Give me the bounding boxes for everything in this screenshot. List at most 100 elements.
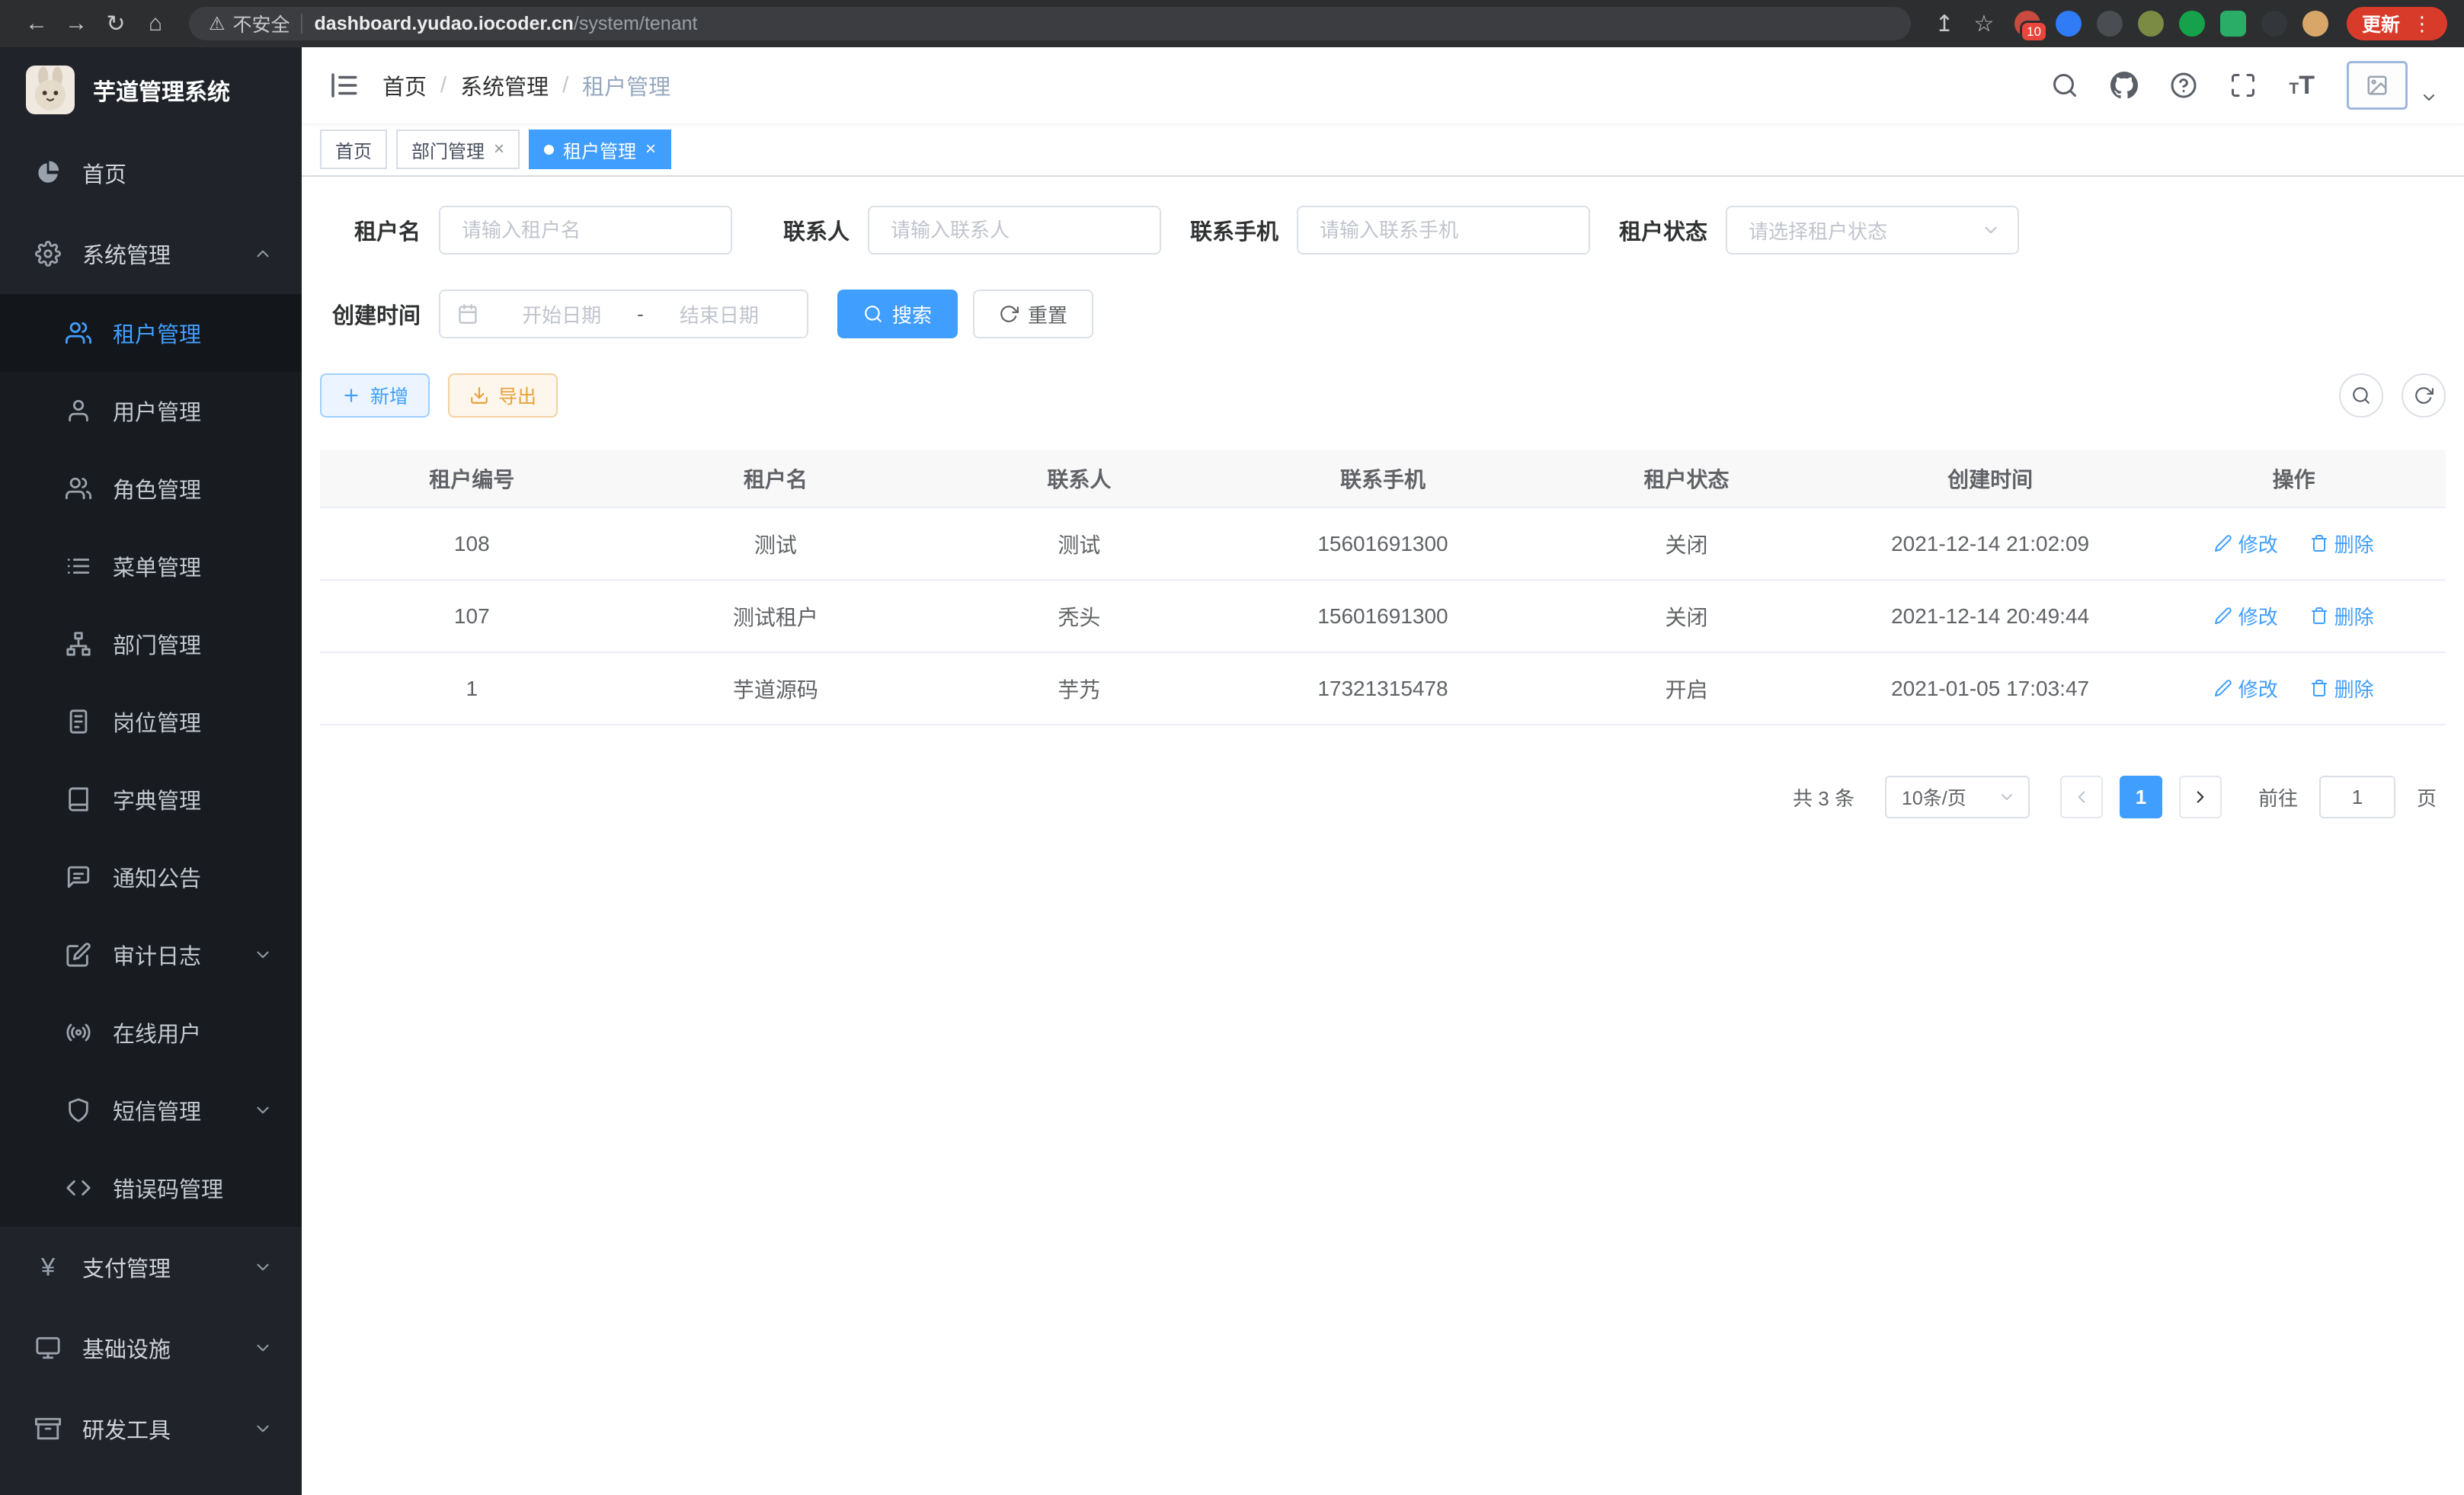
sidebar-item-system[interactable]: 系统管理 [0, 213, 302, 294]
pagination-total: 共 3 条 [1793, 783, 1854, 812]
add-button[interactable]: 新增 [320, 373, 430, 418]
tab-home[interactable]: 首页 [320, 130, 387, 169]
breadcrumb-current: 租户管理 [582, 69, 670, 101]
refresh-table-button[interactable] [2402, 373, 2446, 418]
user-avatar[interactable] [2347, 61, 2408, 110]
delete-link[interactable]: 删除 [2310, 530, 2374, 558]
start-date-placeholder[interactable]: 开始日期 [491, 300, 632, 328]
date-range-picker[interactable]: 开始日期 - 结束日期 [439, 290, 808, 338]
share-icon[interactable]: ↥ [1925, 4, 1964, 43]
pagination: 共 3 条 10条/页 1 前往 页 [320, 776, 2446, 818]
fullscreen-icon[interactable] [2229, 72, 2257, 99]
page-number-button[interactable]: 1 [2120, 776, 2162, 818]
github-icon[interactable] [2110, 72, 2138, 99]
sidebar-item-role[interactable]: 角色管理 [0, 450, 302, 527]
shield-icon [66, 1097, 91, 1123]
search-button[interactable]: 搜索 [837, 290, 958, 338]
plus-icon [341, 386, 361, 405]
sidebar-item-error-code[interactable]: 错误码管理 [0, 1149, 302, 1227]
sidebar-item-infra[interactable]: 基础设施 [0, 1308, 302, 1388]
close-icon[interactable]: × [645, 139, 656, 160]
tenant-name-input[interactable] [439, 206, 732, 255]
tab-tenant[interactable]: 租户管理 × [529, 130, 671, 169]
status-select[interactable]: 请选择租户状态 [1726, 206, 2019, 255]
search-icon[interactable] [2051, 72, 2078, 99]
font-size-icon[interactable]: TT [2289, 72, 2315, 98]
edit-link[interactable]: 修改 [2214, 530, 2278, 558]
breadcrumb-separator: / [440, 73, 446, 98]
browser-update-button[interactable]: 更新 ⋮ [2347, 7, 2447, 40]
sidebar-item-notice[interactable]: 通知公告 [0, 838, 302, 916]
browser-forward-icon[interactable]: → [56, 4, 96, 43]
extension-icon[interactable]: 10 [2014, 11, 2040, 37]
breadcrumb-home[interactable]: 首页 [382, 69, 427, 101]
filter-create-time: 创建时间 开始日期 - 结束日期 [320, 290, 808, 338]
sidebar-item-user[interactable]: 用户管理 [0, 372, 302, 450]
url-divider [301, 14, 302, 34]
browser-home-icon[interactable]: ⌂ [136, 4, 175, 43]
tab-bar: 首页 部门管理 × 租户管理 × [302, 123, 2464, 177]
sidebar-item-payment[interactable]: ¥ 支付管理 [0, 1227, 302, 1308]
sidebar-item-post[interactable]: 岗位管理 [0, 683, 302, 760]
sidebar-item-dict[interactable]: 字典管理 [0, 760, 302, 838]
extension-icon[interactable] [2056, 11, 2082, 37]
mobile-input[interactable] [1297, 206, 1590, 255]
id-badge-icon [66, 709, 91, 735]
page-size-select[interactable]: 10条/页 [1885, 776, 2030, 818]
reset-button[interactable]: 重置 [973, 290, 1093, 338]
edit-link[interactable]: 修改 [2214, 602, 2278, 630]
sidebar-item-devtools[interactable]: 研发工具 [0, 1388, 302, 1469]
tab-dept[interactable]: 部门管理 × [396, 130, 520, 169]
delete-link[interactable]: 删除 [2310, 602, 2374, 630]
extension-icon[interactable] [2097, 11, 2123, 37]
bookmark-star-icon[interactable]: ☆ [1964, 4, 2004, 43]
hamburger-icon[interactable] [328, 69, 360, 101]
goto-page-input[interactable] [2319, 776, 2395, 818]
cell-contact: 测试 [927, 507, 1231, 580]
system-submenu: 租户管理 用户管理 角色管理 菜单管理 部门管理 [0, 294, 302, 1227]
sidebar-item-online-user[interactable]: 在线用户 [0, 994, 302, 1071]
column-header: 操作 [2142, 450, 2446, 507]
export-button[interactable]: 导出 [448, 373, 558, 418]
breadcrumb-system[interactable]: 系统管理 [460, 69, 549, 101]
extension-icon[interactable] [2138, 11, 2164, 37]
next-page-button[interactable] [2179, 776, 2222, 818]
delete-label: 删除 [2334, 530, 2374, 558]
sidebar-item-home[interactable]: 首页 [0, 133, 302, 213]
sidebar-item-tenant[interactable]: 租户管理 [0, 294, 302, 372]
close-icon[interactable]: × [494, 139, 504, 160]
chevron-down-icon [253, 1257, 273, 1277]
address-bar[interactable]: ⚠ 不安全 dashboard.yudao.iocoder.cn/system/… [189, 7, 1911, 40]
pencil-icon [2214, 534, 2232, 552]
filter-status: 租户状态 请选择租户状态 [1607, 206, 2019, 255]
column-header: 创建时间 [1838, 450, 2142, 507]
dashboard-icon [35, 160, 61, 186]
browser-profile-avatar[interactable] [2302, 11, 2328, 37]
extension-icon[interactable] [2220, 11, 2246, 37]
chevron-down-icon[interactable] [2420, 88, 2438, 107]
sidebar-item-audit-log[interactable]: 审计日志 [0, 916, 302, 994]
contact-input[interactable] [868, 206, 1161, 255]
delete-link[interactable]: 删除 [2310, 674, 2374, 703]
extension-icon[interactable] [2179, 11, 2205, 37]
navbar-actions: TT [2051, 61, 2438, 110]
toggle-search-button[interactable] [2339, 373, 2383, 418]
app-logo[interactable]: 芋道管理系统 [0, 47, 302, 133]
sidebar-item-dept[interactable]: 部门管理 [0, 605, 302, 683]
prev-page-button[interactable] [2060, 776, 2103, 818]
sidebar-item-menu[interactable]: 菜单管理 [0, 527, 302, 605]
browser-back-icon[interactable]: ← [17, 4, 56, 43]
browser-menu-icon[interactable]: ⋮ [2412, 12, 2432, 36]
help-icon[interactable] [2170, 72, 2197, 99]
url-path: /system/tenant [574, 13, 698, 35]
browser-reload-icon[interactable]: ↻ [96, 4, 136, 43]
monitor-icon [35, 1335, 61, 1361]
sidebar-item-sms[interactable]: 短信管理 [0, 1071, 302, 1149]
menu-label: 短信管理 [113, 1094, 201, 1126]
security-label[interactable]: 不安全 [233, 10, 290, 37]
end-date-placeholder[interactable]: 结束日期 [648, 300, 790, 328]
edit-link[interactable]: 修改 [2214, 674, 2278, 703]
column-header: 联系人 [927, 450, 1231, 507]
edit-label: 修改 [2238, 602, 2278, 630]
extension-icon[interactable] [2261, 11, 2287, 37]
